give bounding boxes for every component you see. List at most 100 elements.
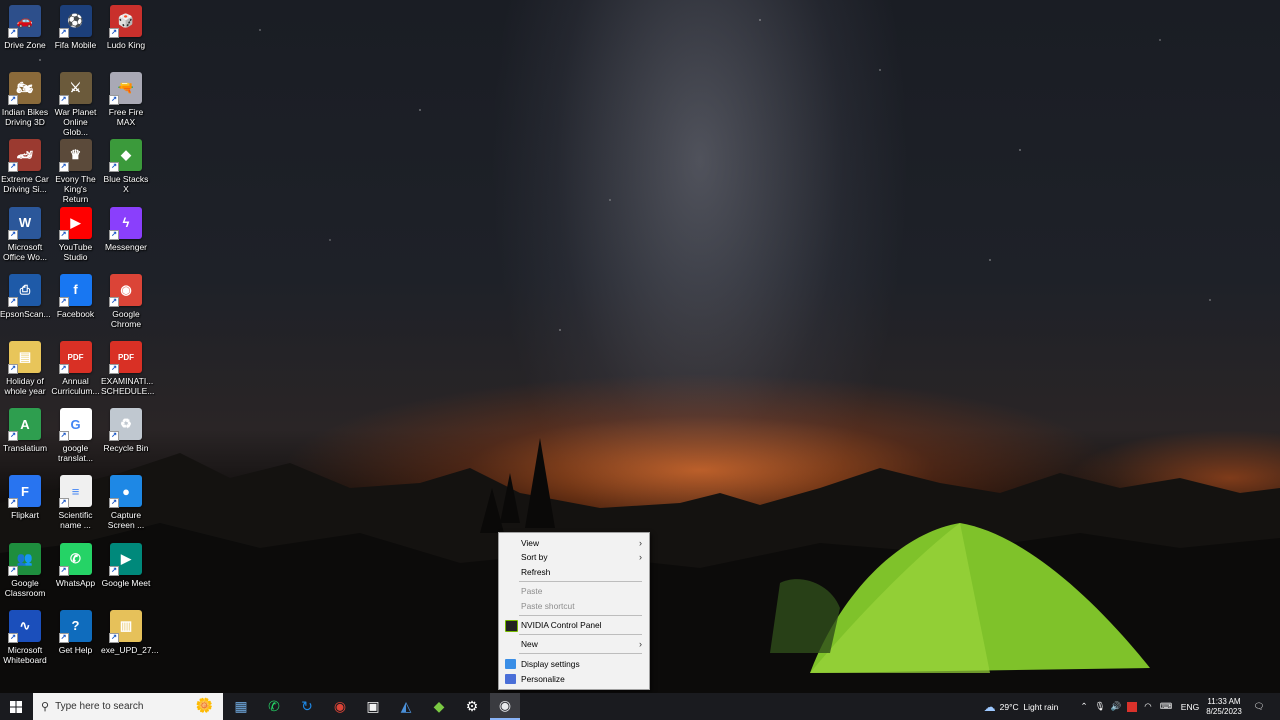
desktop-shortcut[interactable]: G ↗ google translat...	[51, 408, 101, 463]
recording-tray-icon[interactable]	[1126, 693, 1138, 720]
desktop-shortcut[interactable]: ⚔ ↗ War Planet Online Glob...	[51, 72, 101, 137]
desktop-shortcut-label: Translatium	[2, 443, 48, 454]
taskbar-scanner-icon[interactable]: ◭	[391, 693, 421, 720]
menu-item-refresh[interactable]: Refresh	[499, 565, 649, 579]
desktop-shortcut-label: Indian Bikes Driving 3D	[1, 107, 49, 128]
desktop-shortcut[interactable]: ? ↗ Get Help	[51, 609, 101, 655]
free-fire-icon: 🔫 ↗	[109, 72, 142, 106]
chevron-right-icon: ›	[639, 552, 642, 562]
notifications-icon[interactable]: 🗨	[1250, 693, 1268, 720]
translatium-icon: A ↗	[8, 408, 41, 442]
desktop-shortcut-label: google translat...	[58, 443, 93, 464]
desktop-shortcut[interactable]: f ↗ Facebook	[51, 273, 101, 319]
document-icon: ≡ ↗	[58, 475, 92, 509]
shortcut-arrow-icon: ↗	[109, 364, 119, 374]
menu-item-personalize[interactable]: Personalize	[499, 672, 649, 686]
desktop-shortcut-label: Google Classroom	[4, 577, 46, 598]
shortcut-arrow-icon: ↗	[109, 498, 119, 509]
language-indicator[interactable]: ENG	[1180, 693, 1200, 720]
car-game-icon: 🚗 ↗	[8, 5, 41, 38]
desktop-shortcut-label: Flipkart	[11, 510, 39, 521]
desktop-shortcut[interactable]: 🚗 ↗ Drive Zone	[0, 5, 50, 50]
desktop-shortcut[interactable]: 🔫 ↗ Free Fire MAX	[101, 72, 151, 127]
desktop-shortcut[interactable]: ♛ ↗ Evony The King's Return	[51, 139, 101, 204]
desktop-shortcut[interactable]: ≡ ↗ Scientific name ...	[51, 475, 101, 530]
get-help-icon: ? ↗	[58, 609, 92, 643]
taskbar-bluestacks-icon[interactable]: ◆	[424, 693, 454, 720]
chrome-icon: ◉ ↗	[109, 273, 142, 307]
desktop-shortcut[interactable]: ∿ ↗ Microsoft Whiteboard	[0, 609, 50, 665]
taskbar-whatsapp-icon[interactable]: ✆	[259, 693, 289, 720]
menu-item-display-settings[interactable]: Display settings	[499, 657, 649, 671]
desktop-shortcut[interactable]: PDF ↗ Annual Curriculum...	[51, 341, 101, 396]
desktop-shortcut[interactable]: ϟ ↗ Messenger	[101, 206, 151, 252]
desktop-shortcut[interactable]: 🏍 ↗ Indian Bikes Driving 3D	[0, 72, 50, 127]
taskbar-sync-icon[interactable]: ↻	[292, 693, 322, 720]
desktop-shortcut[interactable]: ✆ ↗ WhatsApp	[51, 542, 101, 588]
desktop-shortcut[interactable]: ⚽ ↗ Fifa Mobile	[51, 5, 101, 50]
desktop-shortcut[interactable]: ◉ ↗ Google Chrome	[101, 273, 151, 329]
taskbar-chrome-profile-icon[interactable]: ◉	[490, 693, 520, 720]
search-highlight-icon: 🌼	[195, 697, 213, 713]
volume-icon[interactable]: 🔊	[1110, 693, 1122, 720]
desktop-shortcut[interactable]: ▤ ↗ Holiday of whole year	[0, 341, 50, 396]
flipkart-icon: F ↗	[8, 475, 41, 509]
desktop-shortcut[interactable]: W ↗ Microsoft Office Wo...	[0, 206, 50, 262]
desktop-shortcut[interactable]: F ↗ Flipkart	[0, 475, 50, 520]
nvidia-icon	[505, 620, 518, 632]
desktop-shortcut-label: Microsoft Office Wo...	[2, 241, 48, 262]
folder-icon: ▤ ↗	[8, 341, 41, 374]
desktop-shortcut[interactable]: 🏎 ↗ Extreme Car Driving Si...	[0, 139, 50, 194]
desktop-shortcut[interactable]: ● ↗ Capture Screen ...	[101, 475, 151, 530]
desktop-shortcut[interactable]: ▶ ↗ YouTube Studio	[51, 206, 101, 262]
show-hidden-icons-chevron-icon[interactable]: ⌃	[1078, 693, 1090, 720]
wifi-icon[interactable]: ◠	[1142, 693, 1154, 720]
desktop-shortcut[interactable]: ♻ ↗ Recycle Bin	[101, 408, 151, 453]
keyboard-icon[interactable]: ⌨	[1158, 693, 1174, 720]
taskbar-store-icon[interactable]: ▣	[358, 693, 388, 720]
desktop-shortcut-label: Free Fire MAX	[108, 107, 144, 128]
epson-scan-icon: ⎙ ↗	[8, 273, 41, 307]
desktop-shortcut[interactable]: A ↗ Translatium	[0, 408, 50, 453]
desktop-shortcut[interactable]: ▶ ↗ Google Meet	[101, 542, 151, 588]
shortcut-arrow-icon: ↗	[8, 229, 18, 240]
meet-icon: ▶ ↗	[109, 542, 142, 576]
desktop-shortcut[interactable]: ◆ ↗ Blue Stacks X	[101, 139, 151, 194]
display-icon	[505, 659, 516, 669]
whiteboard-icon: ∿ ↗	[8, 609, 41, 643]
weather-widget[interactable]: ☁ 29°C Light rain	[976, 693, 1066, 720]
desktop-shortcut[interactable]: ▥ ↗ exe_UPD_27...	[101, 609, 159, 655]
desktop-shortcut-label: Recycle Bin	[103, 443, 149, 454]
shortcut-arrow-icon: ↗	[8, 364, 18, 374]
desktop-shortcut-label: EXAMINATI... SCHEDULE...	[101, 376, 155, 396]
extreme-car-icon: 🏎 ↗	[8, 139, 41, 173]
menu-item-view[interactable]: View ›	[499, 536, 649, 550]
pdf-icon: PDF ↗	[109, 341, 142, 374]
shortcut-arrow-icon: ↗	[58, 364, 69, 374]
menu-item-sort-by[interactable]: Sort by ›	[499, 550, 649, 564]
taskbar-settings-icon[interactable]: ⚙	[457, 693, 487, 720]
desktop-shortcut[interactable]: PDF ↗ EXAMINATI... SCHEDULE...	[101, 341, 155, 396]
desktop-shortcut[interactable]: 🎲 ↗ Ludo King	[101, 5, 151, 50]
shortcut-arrow-icon: ↗	[8, 95, 18, 106]
desktop-shortcut[interactable]: ⎙ ↗ EpsonScan...	[0, 273, 51, 319]
desktop-shortcut-label: Capture Screen ...	[107, 510, 145, 531]
shortcut-arrow-icon: ↗	[58, 28, 69, 38]
taskbar-chrome-icon[interactable]: ◉	[325, 693, 355, 720]
shortcut-arrow-icon: ↗	[8, 565, 18, 576]
classroom-icon: 👥 ↗	[8, 542, 41, 576]
microphone-icon[interactable]: 🎙	[1094, 693, 1106, 720]
taskbar-notepad-icon[interactable]: ▦	[226, 693, 256, 720]
menu-item-paste-shortcut: Paste shortcut	[521, 601, 575, 611]
desktop-shortcut-label: Drive Zone	[4, 40, 46, 50]
desktop-shortcut[interactable]: 👥 ↗ Google Classroom	[0, 542, 50, 598]
war-planet-icon: ⚔ ↗	[58, 72, 92, 106]
desktop[interactable]: 🚗 ↗ Drive Zone ⚽ ↗ Fifa Mobile 🎲 ↗ Ludo King 🏍 ↗ In…	[0, 0, 1280, 693]
clock[interactable]: 11:33 AM 8/25/2023	[1202, 693, 1246, 720]
menu-item-new[interactable]: New ›	[499, 637, 649, 651]
menu-separator	[519, 615, 642, 616]
shortcut-arrow-icon: ↗	[109, 162, 119, 173]
start-button[interactable]	[0, 693, 32, 720]
menu-item-nvidia-control-panel[interactable]: NVIDIA Control Panel	[499, 618, 649, 632]
taskbar-search-box[interactable]: ⚲ Type here to search 🌼	[33, 693, 223, 720]
